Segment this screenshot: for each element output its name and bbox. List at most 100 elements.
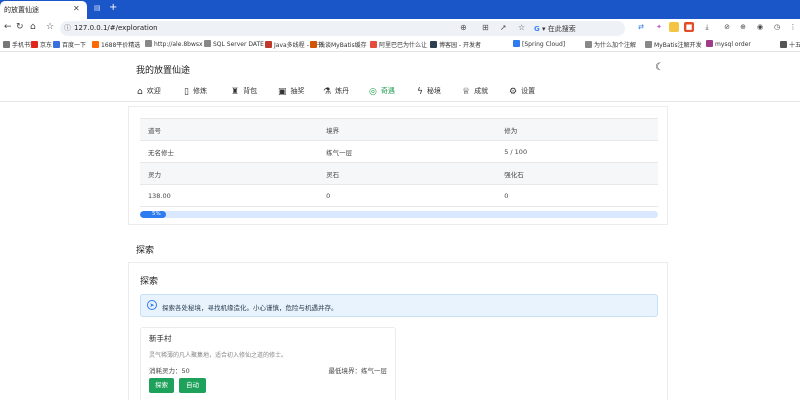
bookmark-label: SQL Server DATE [213, 41, 264, 48]
bookmark-label: [Spring Cloud] [522, 41, 566, 48]
nav-label: 设置 [521, 87, 536, 95]
folder-ext-icon[interactable] [669, 22, 679, 32]
bookmark-item[interactable]: 1688平价精选 [92, 40, 140, 49]
clock-icon[interactable]: ◷ [772, 22, 782, 32]
bookmark-label: 博客园 - 开发者 [439, 42, 481, 49]
bookmark-item[interactable]: 为什么加个注解 [585, 40, 636, 49]
compass-icon: ➤ [147, 300, 157, 310]
browser-toolbar: ← ↻ ⌂ ☆ ⓘ 127.0.0.1/#/exploration ⊕ ⊞ ➚ … [0, 19, 800, 38]
bookmark-item[interactable]: [Spring Cloud] [513, 40, 565, 48]
profile-icon[interactable]: ◉ [755, 22, 765, 32]
home-icon[interactable]: ⌂ [30, 22, 36, 32]
player-stats-panel: 道号 境界 修为 无名修士 练气一层 5 / 100 灵力 灵石 强化石 138… [128, 106, 668, 225]
bookmark-label: 京东 [40, 42, 53, 49]
nav-label: 修炼 [192, 87, 207, 95]
favicon-icon [513, 40, 520, 47]
stat-value-cultivation: 5 / 100 [496, 140, 658, 163]
favicon-icon [265, 41, 272, 48]
favicon-icon [53, 41, 60, 48]
bookmark-item[interactable]: 阿里巴巴为什么让 [370, 40, 427, 49]
bookmark-label: 浅谈MyBatis缓存 [319, 42, 367, 49]
favicon-icon [92, 41, 99, 48]
ext-icon[interactable]: ■ [684, 22, 694, 32]
stat-header-enhance-stone: 强化石 [496, 162, 658, 185]
reload-icon[interactable]: ↻ [16, 22, 24, 32]
bookmark-label: 为什么加个注解 [594, 42, 637, 49]
page-title: 我的放置仙途 [136, 66, 191, 76]
nav-item-bag[interactable]: ♜ 背包 [231, 86, 257, 97]
bookmark-item[interactable]: 博客园 - 开发者 [430, 40, 481, 49]
share-icon[interactable]: ➚ [500, 23, 507, 32]
translate-icon[interactable]: ⊞ [482, 23, 489, 32]
nav-item-home[interactable]: ⌂ 欢迎 [137, 86, 161, 97]
history-icon[interactable]: ⊕ [738, 22, 748, 32]
book-icon: ▯ [184, 87, 189, 97]
close-icon[interactable]: ✕ [73, 4, 80, 13]
trophy-icon: ♕ [462, 87, 471, 97]
nav-item-compass[interactable]: ◎ 奇遇 [369, 86, 395, 97]
stats-table: 道号 境界 修为 无名修士 练气一层 5 / 100 灵力 灵石 强化石 138… [140, 118, 658, 207]
ai-ext-icon[interactable]: ✦ [654, 22, 664, 32]
browser-tab[interactable]: 的放置仙途 ✕ [0, 1, 87, 19]
browser-tabbar: 的放置仙途 ✕ ▤ + [0, 0, 800, 19]
nav-item-book[interactable]: ▯ 修炼 [184, 86, 207, 97]
bag-icon: ♜ [231, 87, 240, 97]
tab-title: 的放置仙途 [4, 6, 39, 14]
bookmark-item[interactable]: 京东 [31, 40, 52, 49]
address-bar[interactable]: ⓘ 127.0.0.1/#/exploration ⊕ ⊞ ➚ ☆ G ▾ 在此… [60, 21, 625, 36]
home-icon: ⌂ [137, 87, 143, 97]
favicon-icon [204, 40, 211, 47]
nav-label: 奇遇 [380, 87, 395, 95]
extensions-icon[interactable]: ⊘ [722, 22, 732, 32]
nav-item-lightning[interactable]: ϟ 秘境 [417, 86, 441, 97]
menu-icon[interactable]: ⋮ [788, 22, 798, 32]
bookmark-label: http://ale.8bwsx [154, 41, 203, 48]
info-alert: ➤ 探索各处秘境，寻找机缘造化。小心谨慎，危险与机遇并存。 [140, 294, 658, 317]
bookmark-item[interactable]: 百度一下 [53, 40, 86, 49]
star-icon[interactable]: ☆ [46, 22, 54, 32]
nav-item-gear[interactable]: ⚙ 设置 [509, 86, 535, 97]
new-tab-icon[interactable]: + [109, 2, 117, 13]
stat-header-cultivation: 修为 [496, 118, 658, 141]
card-title: 探索 [140, 277, 159, 287]
search-engine-label[interactable]: G ▾ 在此搜索 [534, 24, 576, 34]
bookmark-label: 百度一下 [62, 42, 87, 49]
favicon-icon [145, 40, 152, 47]
area-description: 灵气稀薄的凡人聚集地，适合初入修仙之道的修士。 [149, 352, 288, 359]
stat-header-spirit-stone: 灵石 [318, 162, 497, 185]
nav-item-gift[interactable]: ▣ 抽奖 [278, 86, 305, 97]
bookmarks-bar: 手机书签 京东 百度一下 1688平价精选 http://ale.8bwsx SQL Se… [0, 38, 800, 52]
url-text[interactable]: 127.0.0.1/#/exploration [74, 24, 158, 32]
translate-ext-icon[interactable]: ⇄ [636, 22, 646, 32]
section-title: 探索 [136, 246, 155, 256]
bookmark-star-icon[interactable]: ☆ [518, 23, 525, 32]
info-icon[interactable]: ⓘ [64, 23, 71, 33]
nav-label: 欢迎 [146, 87, 161, 95]
auto-explore-button[interactable]: 自动 [179, 378, 206, 393]
favicon-icon [585, 41, 592, 48]
search-engine-text: 在此搜索 [547, 25, 576, 33]
google-icon: G [534, 25, 540, 33]
back-icon[interactable]: ← [4, 22, 12, 32]
gift-icon: ▣ [278, 87, 287, 97]
zoom-icon[interactable]: ⊕ [460, 23, 467, 32]
bookmark-item[interactable]: 浅谈MyBatis缓存 [310, 40, 367, 49]
bookmark-item[interactable]: MyBatis注解开发 [645, 40, 702, 49]
nav-label: 炼丹 [335, 87, 350, 95]
stat-header-spirit-power: 灵力 [140, 162, 319, 185]
favicon-icon [780, 41, 787, 48]
download-icon[interactable]: ⤓ [702, 22, 712, 32]
bookmark-label: 十五 [789, 42, 800, 49]
bookmark-item[interactable]: mysql order [706, 40, 751, 48]
tab-group-icon[interactable]: ▤ [94, 4, 101, 12]
bookmark-item[interactable]: 十五 [780, 40, 800, 49]
nav-item-flask[interactable]: ⚗ 炼丹 [323, 86, 349, 97]
bookmark-label: 阿里巴巴为什么让 [379, 42, 428, 49]
explore-button[interactable]: 探索 [149, 378, 174, 393]
nav-item-trophy[interactable]: ♕ 成就 [462, 86, 488, 97]
bookmark-item[interactable]: SQL Server DATE [204, 40, 264, 48]
favicon-icon [3, 41, 10, 48]
area-cost: 消耗灵力：50 [149, 367, 190, 375]
moon-icon[interactable]: ☾ [655, 62, 664, 73]
bookmark-item[interactable]: http://ale.8bwsx [145, 40, 203, 48]
